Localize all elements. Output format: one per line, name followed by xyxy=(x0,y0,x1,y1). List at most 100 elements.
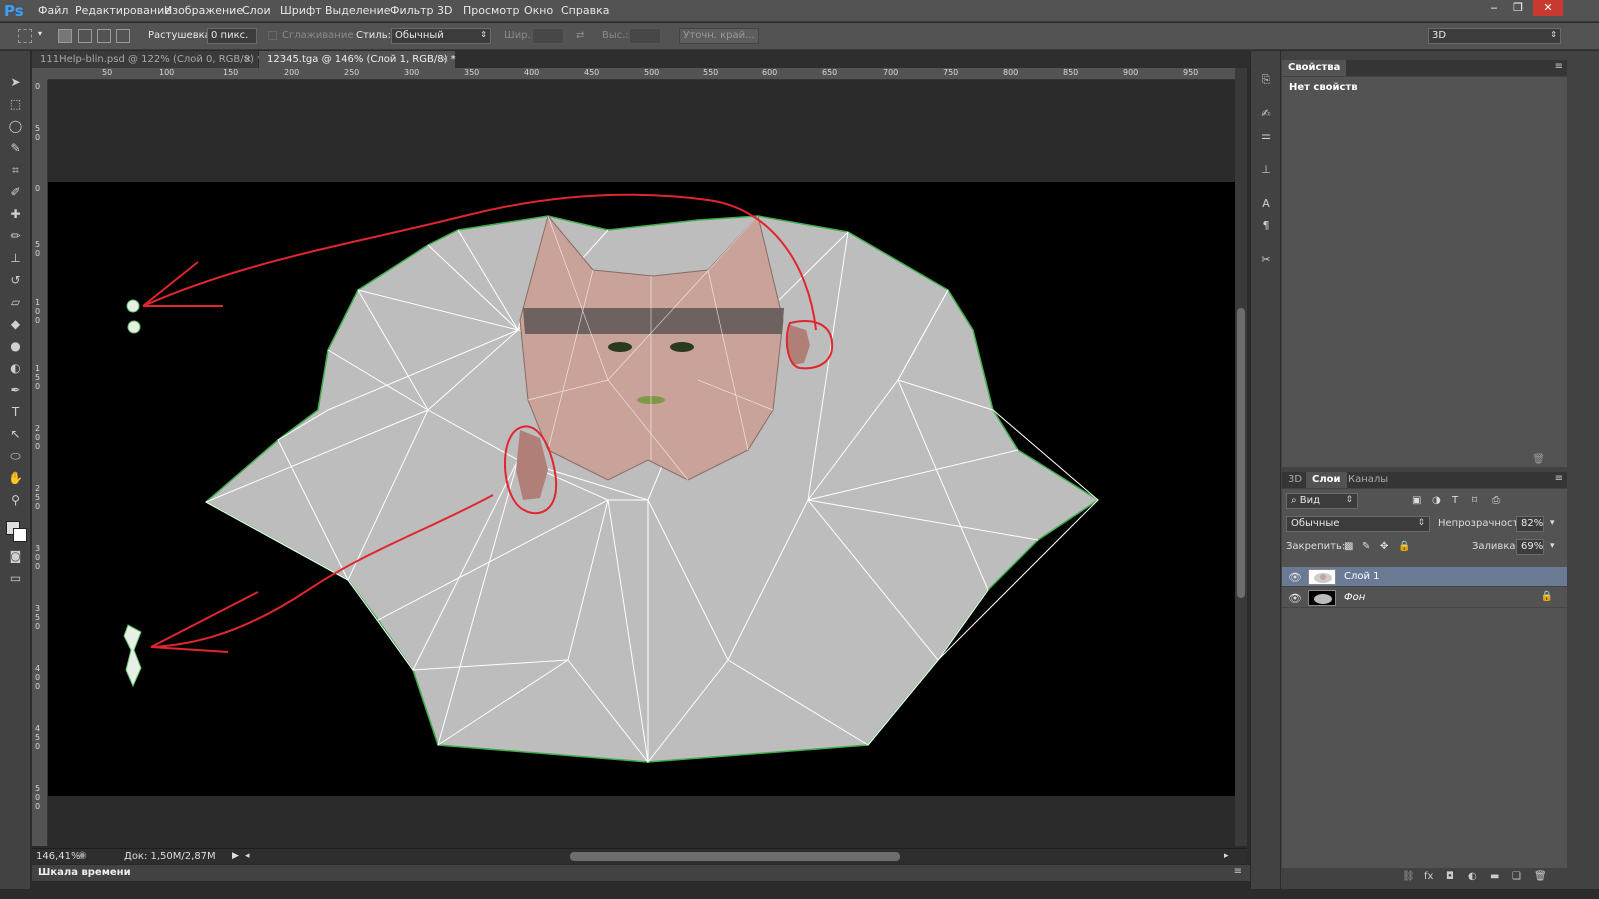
style-select[interactable]: Обычный ⇕ xyxy=(391,28,491,44)
lock-pixels-icon[interactable]: ✎ xyxy=(1362,541,1370,552)
dodge-tool-icon[interactable]: ◐ xyxy=(5,359,26,377)
tab-111help[interactable]: 111Help-blin.psd @ 122% (Слой 0, RGB/8) … xyxy=(32,51,262,68)
delete-layer-icon[interactable]: 🗑 xyxy=(1534,871,1547,882)
layer-style-icon[interactable]: fx xyxy=(1424,871,1433,882)
opacity-input[interactable]: 82% xyxy=(1516,516,1544,532)
paragraph-panel-icon[interactable]: ¶ xyxy=(1257,217,1275,235)
pen-tool-icon[interactable]: ✒ xyxy=(5,381,26,399)
vertical-ruler[interactable]: 0 50 0 50 100 150 200 250 300 350 400 45… xyxy=(32,80,48,846)
fill-input[interactable]: 69% xyxy=(1516,539,1544,555)
filter-shape-icon[interactable]: ⌑ xyxy=(1472,495,1477,506)
quick-mask-icon[interactable]: ◙ xyxy=(5,547,26,565)
menu-image[interactable]: Изображение xyxy=(164,4,243,17)
close-window-icon[interactable]: ✕ xyxy=(1533,0,1563,16)
minimize-icon[interactable]: ‒ xyxy=(1482,0,1506,16)
new-layer-icon[interactable]: ❏ xyxy=(1512,871,1521,882)
menu-type[interactable]: Шрифт xyxy=(280,4,322,17)
history-panel-icon[interactable]: ⎘ xyxy=(1257,71,1275,89)
brush-tool-icon[interactable]: ✏ xyxy=(5,227,26,245)
menu-file[interactable]: Файл xyxy=(38,4,68,17)
scroll-right-icon[interactable]: ▸ xyxy=(1224,851,1229,861)
background-color-swatch[interactable] xyxy=(13,528,27,542)
healing-brush-tool-icon[interactable]: ✚ xyxy=(5,205,26,223)
intersect-selection-icon[interactable] xyxy=(116,29,130,43)
zoom-level[interactable]: 146,41% xyxy=(36,851,81,862)
history-brush-tool-icon[interactable]: ↺ xyxy=(5,271,26,289)
timeline-panel[interactable]: Шкала времени ≡ xyxy=(32,864,1250,881)
height-input[interactable] xyxy=(629,28,661,44)
fill-dropdown-icon[interactable]: ▾ xyxy=(1550,541,1555,551)
vertical-scrollbar[interactable] xyxy=(1235,68,1247,846)
lasso-tool-icon[interactable]: ◯ xyxy=(5,117,26,135)
menu-filter[interactable]: Фильтр xyxy=(390,4,434,17)
layer-row-fon[interactable]: 👁 Фон 🔒 xyxy=(1282,588,1567,608)
tool-preset-chevron-icon[interactable]: ▾ xyxy=(38,29,42,38)
properties-menu-icon[interactable]: ≡ xyxy=(1555,61,1563,72)
new-group-icon[interactable]: ▬ xyxy=(1490,871,1499,882)
new-selection-icon[interactable] xyxy=(58,29,72,43)
timeline-menu-icon[interactable]: ≡ xyxy=(1234,866,1242,877)
canvas-area[interactable] xyxy=(48,80,1239,846)
character-panel-icon[interactable]: A xyxy=(1257,195,1275,213)
adjustment-layer-icon[interactable]: ◐ xyxy=(1468,871,1477,882)
filter-smart-object-icon[interactable]: ⎙ xyxy=(1492,495,1500,506)
zoom-tool-icon[interactable]: ⚲ xyxy=(5,491,26,509)
feather-input[interactable]: 0 пикс. xyxy=(207,28,257,44)
marquee-tool-icon[interactable]: ⬚ xyxy=(5,95,26,113)
link-layers-icon[interactable]: ⛓ xyxy=(1402,871,1415,882)
status-menu-arrow-icon[interactable]: ▶ xyxy=(232,851,239,861)
lock-transparency-icon[interactable]: ▩ xyxy=(1344,541,1353,552)
add-mask-icon[interactable]: ◘ xyxy=(1446,871,1454,882)
layer-filter-select[interactable]: ⌕ Вид ⇕ xyxy=(1286,493,1358,509)
antialias-checkbox[interactable] xyxy=(268,31,277,40)
tab-layers[interactable]: Слои xyxy=(1306,472,1347,488)
type-tool-icon[interactable]: T xyxy=(5,403,26,421)
tools-preset-panel-icon[interactable]: ✂ xyxy=(1257,251,1275,269)
menu-help[interactable]: Справка xyxy=(561,4,609,17)
menu-layers[interactable]: Слои xyxy=(242,4,271,17)
hand-tool-icon[interactable]: ✋ xyxy=(5,469,26,487)
restore-icon[interactable]: ❐ xyxy=(1506,0,1530,16)
layer-name[interactable]: Фон xyxy=(1344,592,1365,603)
eye-icon[interactable]: 👁 xyxy=(1288,571,1302,584)
layer-row-sloi1[interactable]: 👁 Слой 1 xyxy=(1282,567,1567,587)
eyedropper-tool-icon[interactable]: ✐ xyxy=(5,183,26,201)
filter-adjustment-icon[interactable]: ◑ xyxy=(1432,495,1441,506)
horizontal-ruler[interactable]: 50 100 150 200 250 300 350 400 450 500 5… xyxy=(48,68,1239,80)
move-tool-icon[interactable]: ➤ xyxy=(5,73,26,91)
paint-bucket-tool-icon[interactable]: ◆ xyxy=(5,315,26,333)
screen-mode-icon[interactable]: ▭ xyxy=(5,569,26,587)
brush-panel-icon[interactable]: ✍ xyxy=(1257,105,1275,123)
layers-menu-icon[interactable]: ≡ xyxy=(1555,473,1563,484)
eraser-tool-icon[interactable]: ▱ xyxy=(5,293,26,311)
status-info-icon[interactable]: ◉ xyxy=(78,850,87,861)
width-input[interactable] xyxy=(532,28,564,44)
add-selection-icon[interactable] xyxy=(78,29,92,43)
tab-properties[interactable]: Свойства xyxy=(1282,60,1347,76)
lock-all-icon[interactable]: 🔒 xyxy=(1398,541,1410,552)
eye-icon[interactable]: 👁 xyxy=(1288,592,1302,605)
blur-tool-icon[interactable]: ● xyxy=(5,337,26,355)
scroll-left-icon[interactable]: ◂ xyxy=(245,851,250,861)
tab-channels[interactable]: Каналы xyxy=(1342,472,1394,488)
subtract-selection-icon[interactable] xyxy=(97,29,111,43)
adjustments-panel-icon[interactable]: ⚌ xyxy=(1257,127,1275,145)
rect-marquee-icon[interactable] xyxy=(18,29,32,43)
menu-window[interactable]: Окно xyxy=(524,4,553,17)
menu-edit[interactable]: Редактирование xyxy=(75,4,171,17)
properties-trash-icon[interactable]: 🗑 xyxy=(1532,454,1545,465)
refine-edge-button[interactable]: Уточн. край... xyxy=(679,28,759,44)
workspace-select[interactable]: 3D ⇕ xyxy=(1428,28,1561,44)
quick-select-tool-icon[interactable]: ✎ xyxy=(5,139,26,157)
tab-12345[interactable]: 12345.tga @ 146% (Слой 1, RGB/8) * × xyxy=(259,51,456,68)
filter-pixel-icon[interactable]: ▣ xyxy=(1412,495,1421,506)
layer-name[interactable]: Слой 1 xyxy=(1344,571,1380,582)
path-select-tool-icon[interactable]: ↖ xyxy=(5,425,26,443)
crop-tool-icon[interactable]: ⌗ xyxy=(5,161,26,179)
blend-mode-select[interactable]: Обычные ⇕ xyxy=(1286,516,1430,532)
menu-view[interactable]: Просмотр xyxy=(463,4,519,17)
document-canvas[interactable] xyxy=(48,80,1239,846)
lock-position-icon[interactable]: ✥ xyxy=(1380,541,1388,552)
clone-stamp-tool-icon[interactable]: ⊥ xyxy=(5,249,26,267)
filter-type-icon[interactable]: T xyxy=(1452,495,1458,506)
